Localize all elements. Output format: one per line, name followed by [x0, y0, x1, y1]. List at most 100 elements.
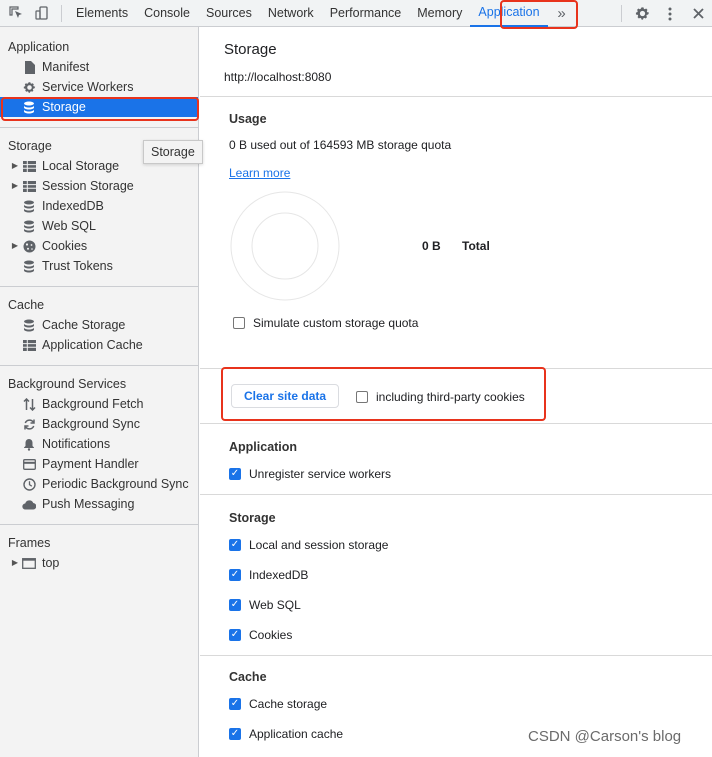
checkbox-unchecked-icon[interactable]	[233, 317, 245, 329]
clear-application-section: Application ✓ Unregister service workers	[200, 424, 712, 495]
clear-section: Clear site data including third-party co…	[200, 369, 712, 424]
local-session-storage-checkbox[interactable]: ✓ Local and session storage	[229, 537, 712, 553]
origin-url: http://localhost:8080	[224, 70, 332, 84]
web-sql-checkbox[interactable]: ✓ Web SQL	[229, 597, 712, 613]
checkbox-checked-icon[interactable]: ✓	[229, 599, 241, 611]
sidebar-item-label: top	[42, 556, 60, 570]
sidebar-item-service-workers[interactable]: Service Workers	[0, 77, 198, 97]
toolbar-divider-right	[621, 5, 622, 22]
checkbox-checked-icon[interactable]: ✓	[229, 569, 241, 581]
checkbox-checked-icon[interactable]: ✓	[229, 629, 241, 641]
sidebar-item-cookies[interactable]: ▶ Cookies	[0, 236, 198, 256]
expand-arrow-icon[interactable]: ▶	[8, 553, 22, 573]
expand-arrow-icon[interactable]: ▶	[8, 236, 22, 256]
sidebar-item-frame-top[interactable]: ▶ top	[0, 553, 198, 573]
sidebar-item-payment-handler[interactable]: Payment Handler	[0, 454, 198, 474]
usage-total-value: 0 B	[422, 239, 441, 253]
tab-application[interactable]: Application	[470, 0, 548, 27]
checkbox-label: Cookies	[249, 628, 293, 642]
sidebar-item-label: Background Sync	[42, 417, 140, 431]
checkbox-checked-icon[interactable]: ✓	[229, 728, 241, 740]
sidebar-item-cache-storage[interactable]: Cache Storage	[0, 315, 198, 335]
sidebar-section-frames: Frames ▶ top	[0, 525, 198, 583]
gear-icon	[22, 80, 36, 94]
database-icon	[22, 259, 36, 273]
storage-panel: Storage http://localhost:8080 Usage 0 B …	[200, 27, 712, 757]
sidebar-section-background-services: Background Services Background Fetch Bac…	[0, 366, 198, 525]
clock-icon	[22, 477, 36, 491]
sidebar-item-label: Payment Handler	[42, 457, 139, 471]
frame-window-icon	[22, 556, 36, 570]
cache-title: Cache	[229, 670, 267, 684]
clear-storage-section: Storage ✓ Local and session storage ✓ In…	[200, 495, 712, 656]
usage-section: Usage 0 B used out of 164593 MB storage …	[200, 97, 712, 369]
close-icon[interactable]	[684, 0, 712, 27]
sidebar-section-application: Application Manifest Service Workers Sto…	[0, 27, 198, 128]
sidebar-item-background-fetch[interactable]: Background Fetch	[0, 394, 198, 414]
sidebar-item-session-storage[interactable]: ▶ Session Storage	[0, 176, 198, 196]
devtools-toolbar: Elements Console Sources Network Perform…	[0, 0, 712, 27]
tab-sources[interactable]: Sources	[198, 0, 260, 27]
gear-icon[interactable]	[628, 0, 656, 27]
cloud-icon	[22, 497, 36, 511]
checkbox-checked-icon[interactable]: ✓	[229, 468, 241, 480]
sidebar-item-label: Background Fetch	[42, 397, 144, 411]
checkbox-checked-icon[interactable]: ✓	[229, 698, 241, 710]
cookies-checkbox[interactable]: ✓ Cookies	[229, 627, 712, 643]
sidebar-item-label: Push Messaging	[42, 497, 135, 511]
sidebar-heading-background-services: Background Services	[8, 377, 127, 391]
more-tabs-button[interactable]: »	[548, 5, 576, 22]
checkbox-label: Application cache	[249, 727, 344, 741]
third-party-cookies-label: including third-party cookies	[376, 390, 525, 404]
usage-text: 0 B used out of 164593 MB storage quota	[229, 138, 452, 152]
sidebar-item-web-sql[interactable]: Web SQL	[0, 216, 198, 236]
sidebar-item-label: Service Workers	[42, 80, 134, 94]
usage-title: Usage	[229, 112, 267, 126]
learn-more-link[interactable]: Learn more	[229, 166, 290, 180]
tab-network[interactable]: Network	[260, 0, 322, 27]
third-party-cookies-checkbox[interactable]: including third-party cookies	[356, 389, 525, 405]
sidebar-item-label: Trust Tokens	[42, 259, 113, 273]
checkbox-label: Local and session storage	[249, 538, 389, 552]
sidebar-item-indexeddb[interactable]: IndexedDB	[0, 196, 198, 216]
checkbox-unchecked-icon[interactable]	[356, 391, 368, 403]
device-toolbar-icon[interactable]	[29, 0, 55, 27]
sync-icon	[22, 417, 36, 431]
sidebar-item-application-cache[interactable]: Application Cache	[0, 335, 198, 355]
cache-storage-checkbox[interactable]: ✓ Cache storage	[229, 696, 712, 712]
toolbar-divider	[61, 4, 62, 22]
simulate-quota-checkbox[interactable]: Simulate custom storage quota	[233, 315, 418, 331]
tab-console[interactable]: Console	[136, 0, 198, 27]
sidebar-item-push-messaging[interactable]: Push Messaging	[0, 494, 198, 514]
usage-pie-chart	[230, 191, 340, 301]
inspect-element-icon[interactable]	[3, 0, 29, 27]
sidebar-item-trust-tokens[interactable]: Trust Tokens	[0, 256, 198, 276]
sidebar-item-background-sync[interactable]: Background Sync	[0, 414, 198, 434]
sidebar-item-manifest[interactable]: Manifest	[0, 57, 198, 77]
clear-site-data-button[interactable]: Clear site data	[231, 384, 340, 408]
tooltip-storage: Storage	[143, 140, 203, 164]
tab-memory[interactable]: Memory	[409, 0, 470, 27]
checkbox-checked-icon[interactable]: ✓	[229, 539, 241, 551]
sidebar-item-label: Periodic Background Sync	[42, 477, 189, 491]
unregister-service-workers-checkbox[interactable]: ✓ Unregister service workers	[229, 466, 712, 482]
sidebar-item-notifications[interactable]: Notifications	[0, 434, 198, 454]
checkbox-label: IndexedDB	[249, 568, 309, 582]
tab-performance[interactable]: Performance	[322, 0, 410, 27]
expand-arrow-icon[interactable]: ▶	[8, 176, 22, 196]
sidebar: Application Manifest Service Workers Sto…	[0, 27, 199, 757]
kebab-menu-icon[interactable]	[656, 0, 684, 27]
application-title: Application	[229, 440, 298, 454]
database-icon	[22, 100, 36, 114]
expand-arrow-icon[interactable]: ▶	[8, 156, 22, 176]
sidebar-heading-frames: Frames	[8, 536, 51, 550]
checkbox-label: Web SQL	[249, 598, 301, 612]
tab-elements[interactable]: Elements	[68, 0, 136, 27]
sidebar-item-periodic-background-sync[interactable]: Periodic Background Sync	[0, 474, 198, 494]
indexeddb-checkbox[interactable]: ✓ IndexedDB	[229, 567, 712, 583]
sidebar-item-storage[interactable]: Storage	[0, 97, 198, 117]
sidebar-item-label: Notifications	[42, 437, 111, 451]
grid-icon	[22, 159, 36, 173]
sidebar-item-label: Local Storage	[42, 159, 120, 173]
sidebar-heading-cache: Cache	[8, 298, 45, 312]
